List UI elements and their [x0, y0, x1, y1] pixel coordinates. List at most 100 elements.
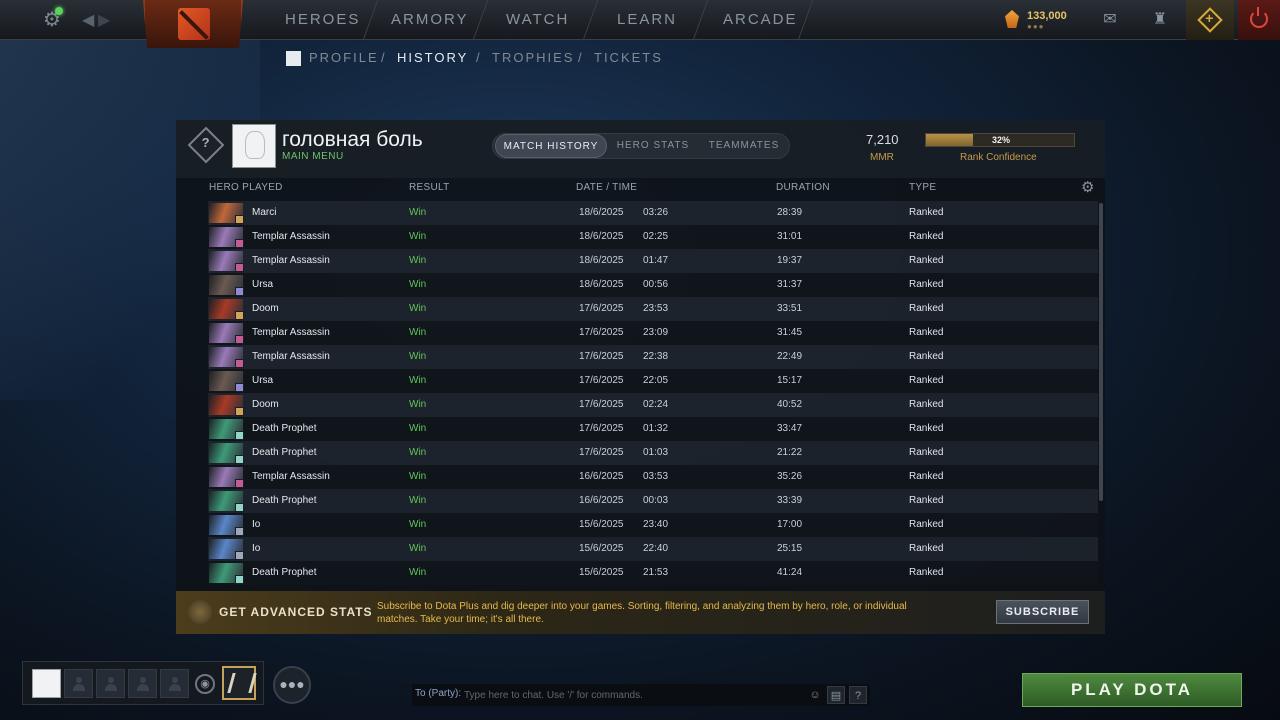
match-date: 16/6/2025 — [579, 471, 624, 482]
nav-learn[interactable]: LEARN — [617, 0, 677, 40]
hero-name: Templar Assassin — [252, 351, 330, 362]
nav-watch[interactable]: WATCH — [506, 0, 569, 40]
nav-separator — [797, 0, 814, 40]
power-button[interactable] — [1238, 0, 1280, 40]
match-result: Win — [409, 231, 427, 242]
tab-teammates[interactable]: TEAMMATES — [699, 134, 789, 158]
match-result: Win — [409, 255, 427, 266]
column-header-hero[interactable]: HERO PLAYED — [209, 182, 283, 193]
party-slot-empty[interactable] — [64, 669, 93, 698]
mmr-value: 7,210 — [866, 132, 899, 147]
play-dota-button[interactable]: PLAY DOTA — [1022, 673, 1242, 707]
dota-logo-button[interactable] — [143, 0, 243, 48]
nav-heroes[interactable]: HEROES — [285, 0, 360, 40]
hero-role-icon — [235, 359, 244, 368]
column-header-result[interactable]: RESULT — [409, 182, 450, 193]
table-row[interactable]: Ursa Win 18/6/2025 00:56 31:37 Ranked — [208, 273, 1098, 297]
match-duration: 33:51 — [777, 303, 803, 314]
table-row[interactable]: Templar Assassin Win 16/6/2025 03:53 35:26 Ra… — [208, 465, 1098, 489]
party-slot-empty[interactable] — [128, 669, 157, 698]
friends-icon[interactable]: ●●● — [273, 666, 311, 704]
hero-portrait — [209, 395, 244, 416]
emoji-icon[interactable]: ☺ — [806, 686, 824, 704]
hero-name: Ursa — [252, 279, 274, 290]
promo-text: Subscribe to Dota Plus and dig deeper in… — [377, 601, 907, 625]
mail-icon[interactable]: ✉ — [1100, 10, 1120, 30]
subnav-history[interactable]: HISTORY — [397, 50, 468, 65]
table-row[interactable]: Death Prophet Win 15/6/2025 21:53 41:24 Ranke… — [208, 561, 1098, 585]
match-duration: 19:37 — [777, 255, 803, 266]
nav-separator — [472, 0, 489, 40]
subnav-profile[interactable]: PROFILE — [309, 50, 379, 65]
match-time: 02:25 — [643, 231, 669, 242]
column-header-duration[interactable]: DURATION — [776, 182, 830, 193]
subnav-tickets[interactable]: TICKETS — [594, 50, 663, 65]
nav-arcade[interactable]: ARCADE — [723, 0, 798, 40]
match-list-scrollbar[interactable] — [1099, 203, 1103, 501]
rank-badge-icon[interactable]: ? — [187, 126, 225, 164]
chat-input[interactable] — [464, 686, 804, 704]
party-slot-empty[interactable] — [160, 669, 189, 698]
shards-dots-icon: ●●● — [1027, 22, 1045, 31]
tab-match-history[interactable]: MATCH HISTORY — [495, 134, 607, 158]
table-row[interactable]: Death Prophet Win 16/6/2025 00:03 33:39 Ranke… — [208, 489, 1098, 513]
hero-role-icon — [235, 263, 244, 272]
table-row[interactable]: Death Prophet Win 17/6/2025 01:03 21:22 Ranke… — [208, 441, 1098, 465]
table-settings-gear-icon[interactable]: ⚙ — [1081, 178, 1094, 196]
rank-confidence-bar: 32% — [925, 133, 1075, 147]
hero-name: Death Prophet — [252, 567, 317, 578]
column-header-datetime[interactable]: DATE / TIME — [576, 182, 637, 193]
rank-badge-label: ? — [201, 135, 210, 151]
table-row[interactable]: Doom Win 17/6/2025 02:24 40:52 Ranked — [208, 393, 1098, 417]
chat-target[interactable]: To (Party): — [415, 688, 461, 699]
table-row[interactable]: Ursa Win 17/6/2025 22:05 15:17 Ranked — [208, 369, 1098, 393]
match-date: 17/6/2025 — [579, 447, 624, 458]
chat-help-icon[interactable]: ? — [849, 686, 867, 704]
table-row[interactable]: Templar Assassin Win 17/6/2025 23:09 31:45 Ra… — [208, 321, 1098, 345]
match-date: 15/6/2025 — [579, 567, 624, 578]
dota-plus-emblem-icon — [188, 600, 212, 624]
back-arrow-icon[interactable]: ◀ — [82, 10, 94, 30]
match-time: 22:38 — [643, 351, 669, 362]
match-type: Ranked — [909, 327, 944, 338]
hero-role-icon — [235, 407, 244, 416]
party-voice-icon[interactable]: ◉ — [195, 674, 215, 694]
forward-arrow-icon[interactable]: ▶ — [98, 10, 110, 30]
party-slot-self[interactable] — [32, 669, 61, 698]
avatar[interactable] — [232, 124, 276, 168]
subscribe-button[interactable]: SUBSCRIBE — [996, 600, 1089, 624]
table-row[interactable]: Templar Assassin Win 18/6/2025 01:47 19:37 Ra… — [208, 249, 1098, 273]
table-row[interactable]: Templar Assassin Win 17/6/2025 22:38 22:49 Ra… — [208, 345, 1098, 369]
hero-portrait — [209, 227, 244, 248]
match-date: 17/6/2025 — [579, 399, 624, 410]
match-time: 01:47 — [643, 255, 669, 266]
table-row[interactable]: Templar Assassin Win 18/6/2025 02:25 31:01 Ra… — [208, 225, 1098, 249]
profile-thumbnail[interactable] — [286, 51, 301, 66]
match-time: 23:40 — [643, 519, 669, 530]
column-header-type[interactable]: TYPE — [909, 182, 936, 193]
match-time: 23:09 — [643, 327, 669, 338]
table-row[interactable]: Io Win 15/6/2025 23:40 17:00 Ranked — [208, 513, 1098, 537]
match-type: Ranked — [909, 495, 944, 506]
match-time: 03:26 — [643, 207, 669, 218]
hero-portrait — [209, 203, 244, 224]
match-time: 23:53 — [643, 303, 669, 314]
promo-title: GET ADVANCED STATS — [219, 605, 373, 619]
table-row[interactable]: Io Win 15/6/2025 22:40 25:15 Ranked — [208, 537, 1098, 561]
player-status: MAIN MENU — [282, 151, 344, 162]
match-time: 03:53 — [643, 471, 669, 482]
rank-medal-icon[interactable] — [222, 666, 256, 700]
table-row[interactable]: Marci Win 18/6/2025 03:26 28:39 Ranked — [208, 201, 1098, 225]
dota-plus-promo: GET ADVANCED STATS Subscribe to Dota Plu… — [176, 591, 1105, 634]
table-row[interactable]: Death Prophet Win 17/6/2025 01:32 33:47 Ranke… — [208, 417, 1098, 441]
hero-name: Io — [252, 543, 261, 554]
chat-wheel-icon[interactable]: ▤ — [827, 686, 845, 704]
dota-plus-button[interactable]: + — [1186, 0, 1234, 40]
party-slot-empty[interactable] — [96, 669, 125, 698]
table-row[interactable]: Doom Win 17/6/2025 23:53 33:51 Ranked — [208, 297, 1098, 321]
match-type: Ranked — [909, 303, 944, 314]
subnav-trophies[interactable]: TROPHIES — [492, 50, 574, 65]
armory-icon[interactable]: ♜ — [1150, 10, 1170, 30]
tab-hero-stats[interactable]: HERO STATS — [609, 134, 697, 158]
nav-armory[interactable]: ARMORY — [391, 0, 469, 40]
